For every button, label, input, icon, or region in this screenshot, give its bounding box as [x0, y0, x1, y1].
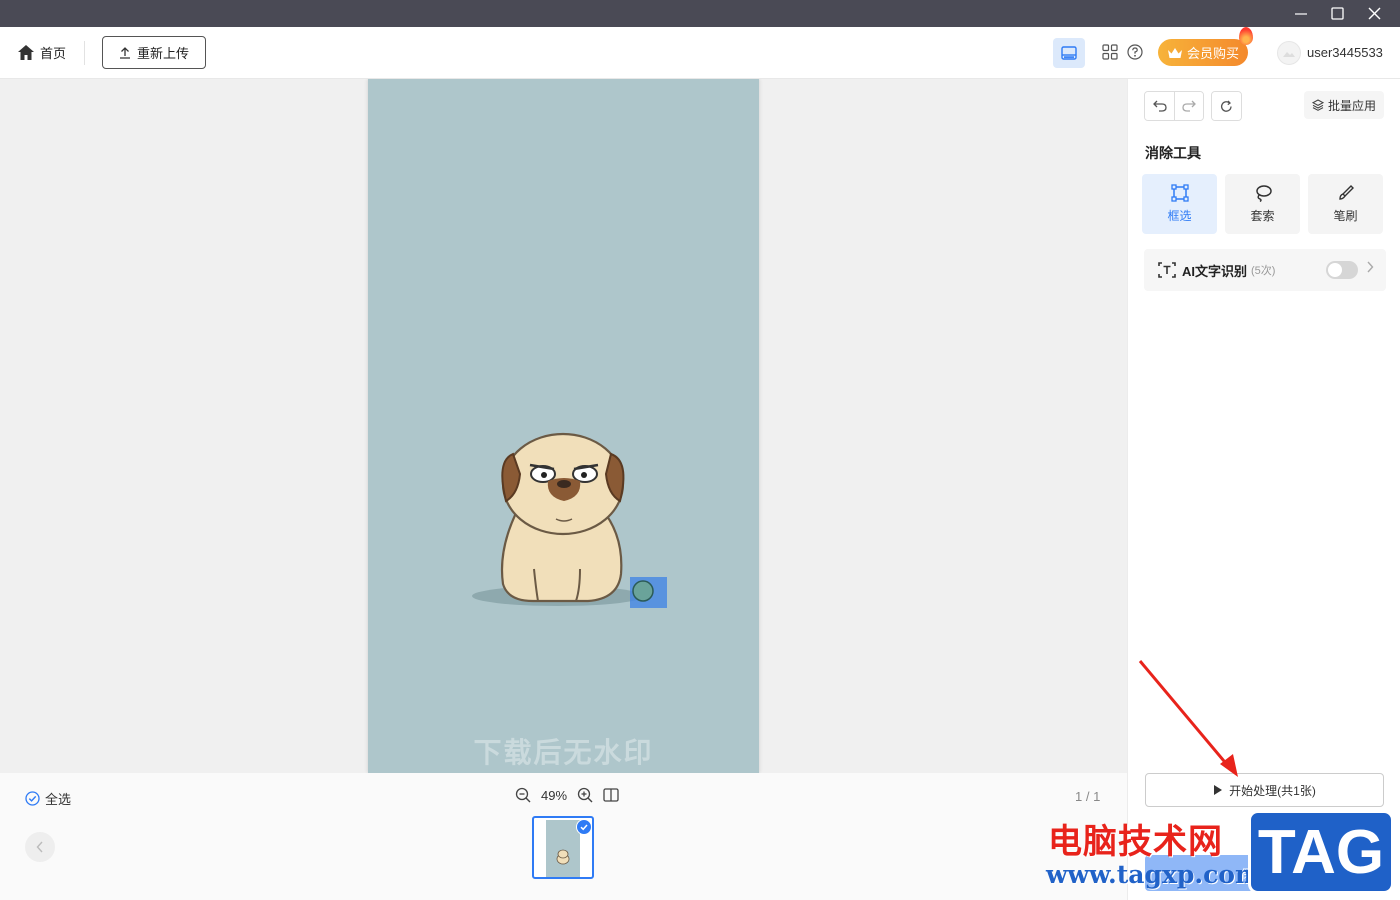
ai-count: (5次)	[1251, 265, 1276, 277]
process-label: 开始处理(共1张)	[1229, 783, 1316, 798]
home-icon	[18, 45, 34, 60]
grid-apps-icon[interactable]	[1102, 44, 1118, 63]
check-circle-icon	[25, 791, 40, 806]
ai-label: AI文字识别	[1182, 263, 1248, 279]
text-scan-icon	[1158, 262, 1176, 278]
page-counter: 1 / 1	[1075, 789, 1101, 804]
batch-apply-label: 批量应用	[1327, 98, 1376, 113]
select-all-checkbox[interactable]: 全选	[25, 789, 71, 808]
tool-label: 笔刷	[1333, 209, 1358, 223]
reupload-label: 重新上传	[136, 46, 189, 61]
batch-apply-button[interactable]: 批量应用	[1304, 91, 1384, 119]
tool-rect-select[interactable]: 框选	[1142, 174, 1217, 234]
zoom-in-icon[interactable]	[577, 787, 593, 803]
select-all-label: 全选	[45, 792, 72, 807]
editor-canvas[interactable]: 下载后无水印	[0, 79, 1127, 773]
history-controls	[1144, 91, 1242, 121]
lasso-icon	[1255, 185, 1272, 202]
panel-layout-icon	[1061, 46, 1077, 60]
chevron-left-icon	[36, 841, 43, 853]
brush-icon	[1338, 185, 1354, 200]
edited-image[interactable]: 下载后无水印	[368, 79, 759, 773]
hot-flame-icon	[1239, 27, 1253, 45]
crown-icon	[1167, 47, 1182, 58]
rect-select-icon	[1170, 184, 1189, 202]
avatar[interactable]	[1277, 41, 1301, 65]
undo-icon[interactable]	[1145, 92, 1174, 120]
selection-box[interactable]	[630, 577, 667, 608]
image-watermark-text: 下载后无水印	[473, 737, 654, 768]
vip-purchase-button[interactable]: 会员购买	[1158, 39, 1248, 66]
minimize-icon[interactable]	[1282, 0, 1320, 27]
reupload-button[interactable]: 重新上传	[102, 36, 206, 69]
eraser-tools: 框选 套索 笔刷	[1142, 174, 1383, 234]
window-titlebar	[0, 0, 1400, 27]
save-label: 保存全部	[1240, 866, 1289, 881]
upload-icon	[119, 46, 130, 59]
layout-toggle-button[interactable]	[1053, 38, 1085, 68]
reset-icon[interactable]	[1212, 92, 1241, 120]
compare-icon[interactable]	[603, 788, 619, 802]
close-icon[interactable]	[1355, 0, 1393, 27]
home-label: 首页	[40, 46, 67, 61]
username[interactable]: user3445533	[1307, 45, 1383, 60]
tool-label: 套索	[1250, 209, 1275, 223]
zoom-level: 49%	[541, 787, 568, 803]
right-panel: 批量应用 消除工具 框选 套索 笔刷 AI文字识别 (5次) 开始处理(共1张)…	[1127, 79, 1400, 900]
reset-group	[1211, 91, 1242, 121]
undo-redo-group	[1144, 91, 1204, 121]
thumbnail-preview	[546, 820, 580, 877]
zoom-controls: 49%	[515, 787, 619, 803]
maximize-icon[interactable]	[1318, 0, 1356, 27]
image-thumbnail[interactable]	[532, 816, 594, 879]
tool-label: 框选	[1167, 209, 1192, 223]
tool-lasso[interactable]: 套索	[1225, 174, 1300, 234]
toolbar-divider	[84, 41, 85, 65]
home-button[interactable]: 首页	[18, 43, 66, 62]
ai-text-recognition-row[interactable]: AI文字识别 (5次)	[1144, 249, 1386, 291]
ai-toggle-switch[interactable]	[1326, 261, 1358, 279]
pug-illustration	[472, 432, 644, 606]
section-title: 消除工具	[1145, 145, 1201, 161]
zoom-out-icon[interactable]	[515, 787, 531, 803]
vip-label: 会员购买	[1186, 46, 1239, 61]
play-icon	[1214, 785, 1223, 795]
top-toolbar: 首页 重新上传 会员购买 user3445533	[0, 27, 1400, 79]
tool-brush[interactable]: 笔刷	[1308, 174, 1383, 234]
redo-icon[interactable]	[1174, 92, 1203, 120]
bottom-bar: 全选 49% 1 / 1	[0, 773, 1127, 900]
layers-icon	[1311, 99, 1324, 111]
help-icon[interactable]	[1127, 44, 1143, 63]
start-process-button[interactable]: 开始处理(共1张)	[1145, 773, 1384, 807]
save-all-button[interactable]: 保存全部	[1145, 855, 1384, 891]
thumbnail-check-icon	[576, 819, 592, 835]
prev-page-button[interactable]	[25, 832, 55, 862]
chevron-right-icon[interactable]	[1366, 260, 1374, 276]
